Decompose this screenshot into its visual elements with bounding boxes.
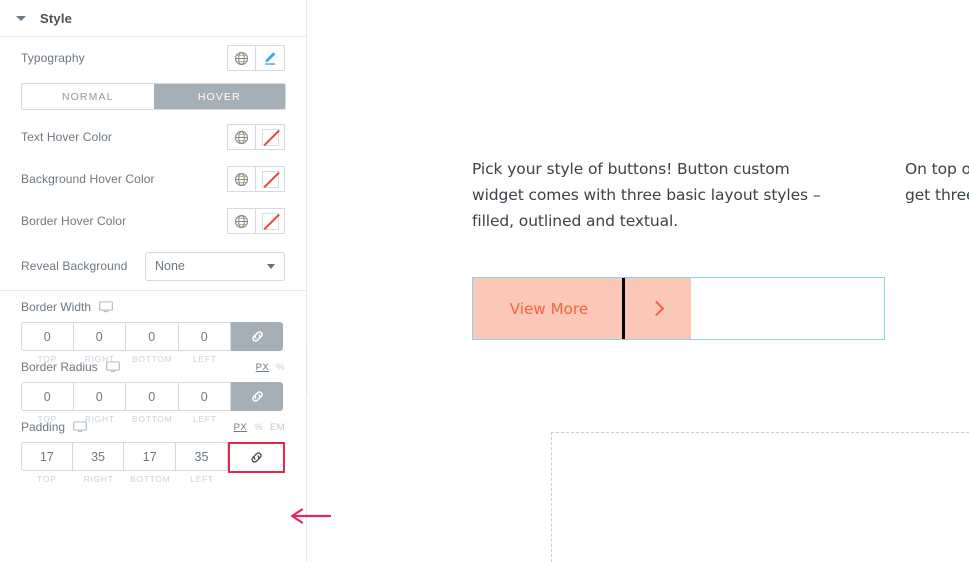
- globe-icon-button[interactable]: [227, 166, 256, 192]
- globe-icon-button[interactable]: [227, 45, 256, 71]
- caret-down-icon: [16, 15, 26, 21]
- page-title: Style: [40, 10, 73, 26]
- tab-normal[interactable]: NORMAL: [22, 84, 154, 109]
- page-preview-canvas: Pick your style of buttons! Button custo…: [308, 0, 969, 562]
- tab-hover[interactable]: HOVER: [153, 84, 285, 109]
- border-width-link-button[interactable]: [231, 322, 283, 351]
- background-hover-color-controls: [227, 166, 285, 192]
- color-swatch-button[interactable]: [256, 166, 285, 192]
- typography-edit-button[interactable]: [256, 45, 285, 71]
- border-width-left-sublabel: LEFT: [192, 354, 217, 364]
- border-width-bottom-sublabel: BOTTOM: [132, 354, 173, 364]
- unit-percent[interactable]: %: [254, 422, 263, 433]
- border-radius-bottom-input[interactable]: 0: [126, 382, 179, 411]
- background-hover-color-row: Background Hover Color: [21, 158, 285, 200]
- reveal-background-select[interactable]: None: [145, 251, 285, 281]
- chevron-right-icon: [648, 300, 665, 317]
- border-radius-units: PX %: [249, 362, 285, 373]
- unit-percent[interactable]: %: [276, 362, 285, 373]
- text-hover-color-controls: [227, 124, 285, 150]
- border-radius-right-input[interactable]: 0: [73, 382, 126, 411]
- border-width-right-input[interactable]: 0: [73, 322, 126, 351]
- no-color-swatch-icon: [261, 128, 279, 146]
- globe-icon: [234, 214, 249, 228]
- panel-section-header[interactable]: Style: [0, 0, 306, 37]
- border-radius-left-input[interactable]: 0: [178, 382, 231, 411]
- unit-px[interactable]: PX: [234, 422, 247, 433]
- desktop-monitor-icon[interactable]: [105, 361, 120, 373]
- chain-link-icon: [251, 331, 263, 342]
- border-hover-color-label: Border Hover Color: [21, 214, 127, 228]
- no-color-swatch-icon: [261, 212, 279, 230]
- no-color-swatch-icon: [261, 170, 279, 188]
- padding-units: PX % EM: [227, 422, 285, 433]
- chain-link-icon: [251, 391, 263, 402]
- preview-paragraph-right: On top of that you also get three standa…: [905, 160, 969, 204]
- globe-icon: [234, 172, 249, 186]
- button-widget-empty-space: [691, 278, 884, 339]
- border-radius-label: Border Radius: [21, 360, 98, 374]
- padding-left-sublabel: LEFT: [190, 474, 214, 484]
- reveal-background-row: Reveal Background None: [21, 242, 285, 290]
- border-width-top-input[interactable]: 0: [21, 322, 74, 351]
- unit-px[interactable]: PX: [256, 362, 269, 373]
- dimension-controls-section: Border Width 0 TOP 0 RIGHT 0 BOTTOM 0 LE…: [0, 291, 306, 484]
- view-more-button-icon-area[interactable]: [625, 278, 691, 339]
- padding-left-input[interactable]: 35: [176, 442, 228, 471]
- border-width-group: Border Width 0 TOP 0 RIGHT 0 BOTTOM 0 LE…: [21, 291, 285, 364]
- desktop-monitor-icon[interactable]: [99, 301, 114, 313]
- globe-icon-button[interactable]: [227, 124, 256, 150]
- padding-right-input[interactable]: 35: [72, 442, 125, 471]
- text-hover-color-label: Text Hover Color: [21, 130, 112, 144]
- padding-link-button[interactable]: [227, 442, 285, 473]
- border-hover-color-controls: [227, 208, 285, 234]
- border-width-label: Border Width: [21, 300, 92, 314]
- border-radius-top-input[interactable]: 0: [21, 382, 74, 411]
- padding-right-sublabel: RIGHT: [83, 474, 114, 484]
- pencil-icon: [265, 52, 276, 65]
- desktop-monitor-icon[interactable]: [73, 421, 88, 433]
- view-more-button[interactable]: View More: [473, 278, 625, 339]
- padding-top-input[interactable]: 17: [21, 442, 73, 471]
- unit-em[interactable]: EM: [270, 422, 285, 433]
- globe-icon: [234, 51, 249, 65]
- preview-paragraph-left: Pick your style of buttons! Button custo…: [472, 160, 821, 230]
- padding-bottom-input[interactable]: 17: [124, 442, 177, 471]
- border-width-bottom-input[interactable]: 0: [126, 322, 179, 351]
- button-widget[interactable]: View More: [472, 277, 885, 340]
- state-toggle-group: NORMAL HOVER: [21, 83, 286, 110]
- border-radius-bottom-sublabel: BOTTOM: [132, 414, 173, 424]
- color-swatch-button[interactable]: [256, 208, 285, 234]
- padding-inputs: 17 TOP 35 RIGHT 17 BOTTOM 35 LEFT: [21, 442, 285, 484]
- border-radius-left-sublabel: LEFT: [192, 414, 217, 424]
- border-width-left-input[interactable]: 0: [178, 322, 231, 351]
- style-controls-section: Typography NORMAL HOVER Text Hover Color…: [0, 37, 306, 290]
- border-width-header: Border Width: [21, 298, 285, 316]
- view-more-button-label: View More: [509, 299, 589, 318]
- globe-icon: [234, 130, 249, 144]
- background-hover-color-label: Background Hover Color: [21, 172, 155, 186]
- empty-drop-area[interactable]: [551, 432, 969, 562]
- border-width-inputs: 0 TOP 0 RIGHT 0 BOTTOM 0 LEFT: [21, 322, 285, 364]
- border-radius-link-button[interactable]: [231, 382, 283, 411]
- style-settings-panel: Style Typography NORMAL HOVER Text Hover…: [0, 0, 307, 562]
- padding-label: Padding: [21, 420, 66, 434]
- chevron-down-icon: [267, 263, 275, 269]
- globe-icon-button[interactable]: [227, 208, 256, 234]
- padding-bottom-sublabel: BOTTOM: [130, 474, 171, 484]
- color-swatch-button[interactable]: [256, 124, 285, 150]
- typography-label: Typography: [21, 51, 85, 65]
- border-hover-color-row: Border Hover Color: [21, 200, 285, 242]
- border-radius-inputs: 0 TOP 0 RIGHT 0 BOTTOM 0 LEFT: [21, 382, 285, 424]
- typography-row: Typography: [21, 37, 285, 79]
- reveal-background-value: None: [155, 259, 185, 273]
- typography-controls: [227, 45, 285, 71]
- chain-link-icon: [251, 452, 262, 463]
- text-hover-color-row: Text Hover Color: [21, 116, 285, 158]
- padding-top-sublabel: TOP: [37, 474, 57, 484]
- reveal-background-label: Reveal Background: [21, 259, 128, 273]
